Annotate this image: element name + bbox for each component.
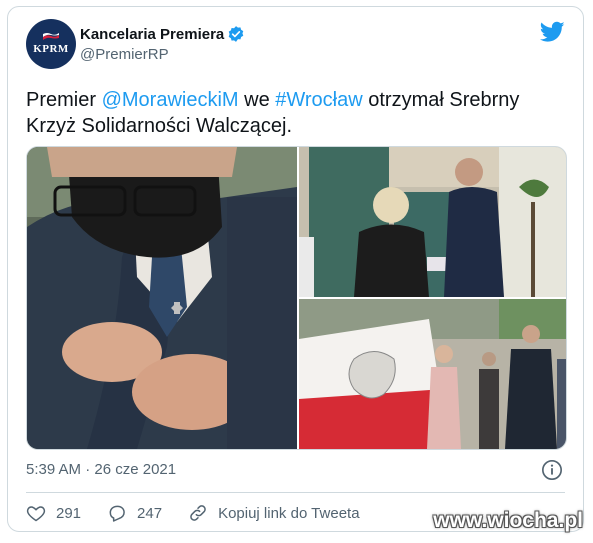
info-icon[interactable] xyxy=(541,459,563,481)
mention-link[interactable]: @MorawieckiM xyxy=(102,89,239,111)
photo-flag-ceremony[interactable] xyxy=(299,299,566,449)
watermark: www.wiocha.pl xyxy=(433,509,583,532)
author-handle[interactable]: @PremierRP xyxy=(80,46,169,63)
like-button[interactable]: 291 xyxy=(26,503,81,523)
author-display-name[interactable]: Kancelaria Premiera xyxy=(80,26,224,43)
polish-flag-icon xyxy=(43,33,59,40)
copy-link-button[interactable]: Kopiuj link do Tweeta xyxy=(188,503,360,523)
twitter-bird-icon[interactable] xyxy=(540,21,565,43)
tweet-timestamp[interactable]: 5:39 AM · 26 cze 2021 xyxy=(26,461,176,478)
photo-minister-pinning-cross[interactable] xyxy=(27,147,297,449)
verified-badge-icon xyxy=(228,26,244,42)
tweet-text: Premier @MorawieckiM we #Wrocław otrzyma… xyxy=(26,87,566,139)
reply-count: 247 xyxy=(137,504,163,522)
hashtag-link[interactable]: #Wrocław xyxy=(275,89,362,111)
like-count: 291 xyxy=(56,504,82,522)
media-grid xyxy=(26,146,567,450)
reply-button[interactable]: 247 xyxy=(107,503,162,523)
action-bar: 291 247 Kopiuj link do Tweeta xyxy=(26,503,386,523)
reply-bubble-icon xyxy=(109,505,125,522)
tweet-card[interactable]: KPRM Kancelaria Premiera @PremierRP Prem… xyxy=(7,6,584,532)
copy-link-label: Kopiuj link do Tweeta xyxy=(218,504,360,522)
tweet-text-segment: we xyxy=(238,89,276,111)
heart-icon xyxy=(26,506,46,522)
photo-award-ceremony[interactable] xyxy=(299,147,566,297)
photo-1-illustration xyxy=(27,147,297,449)
divider xyxy=(26,492,565,493)
avatar-text: KPRM xyxy=(33,43,69,55)
link-icon xyxy=(190,505,206,521)
avatar[interactable]: KPRM xyxy=(26,19,76,69)
photo-2-illustration xyxy=(299,147,566,297)
tweet-text-segment: Premier xyxy=(26,89,102,111)
photo-3-illustration xyxy=(299,299,566,449)
